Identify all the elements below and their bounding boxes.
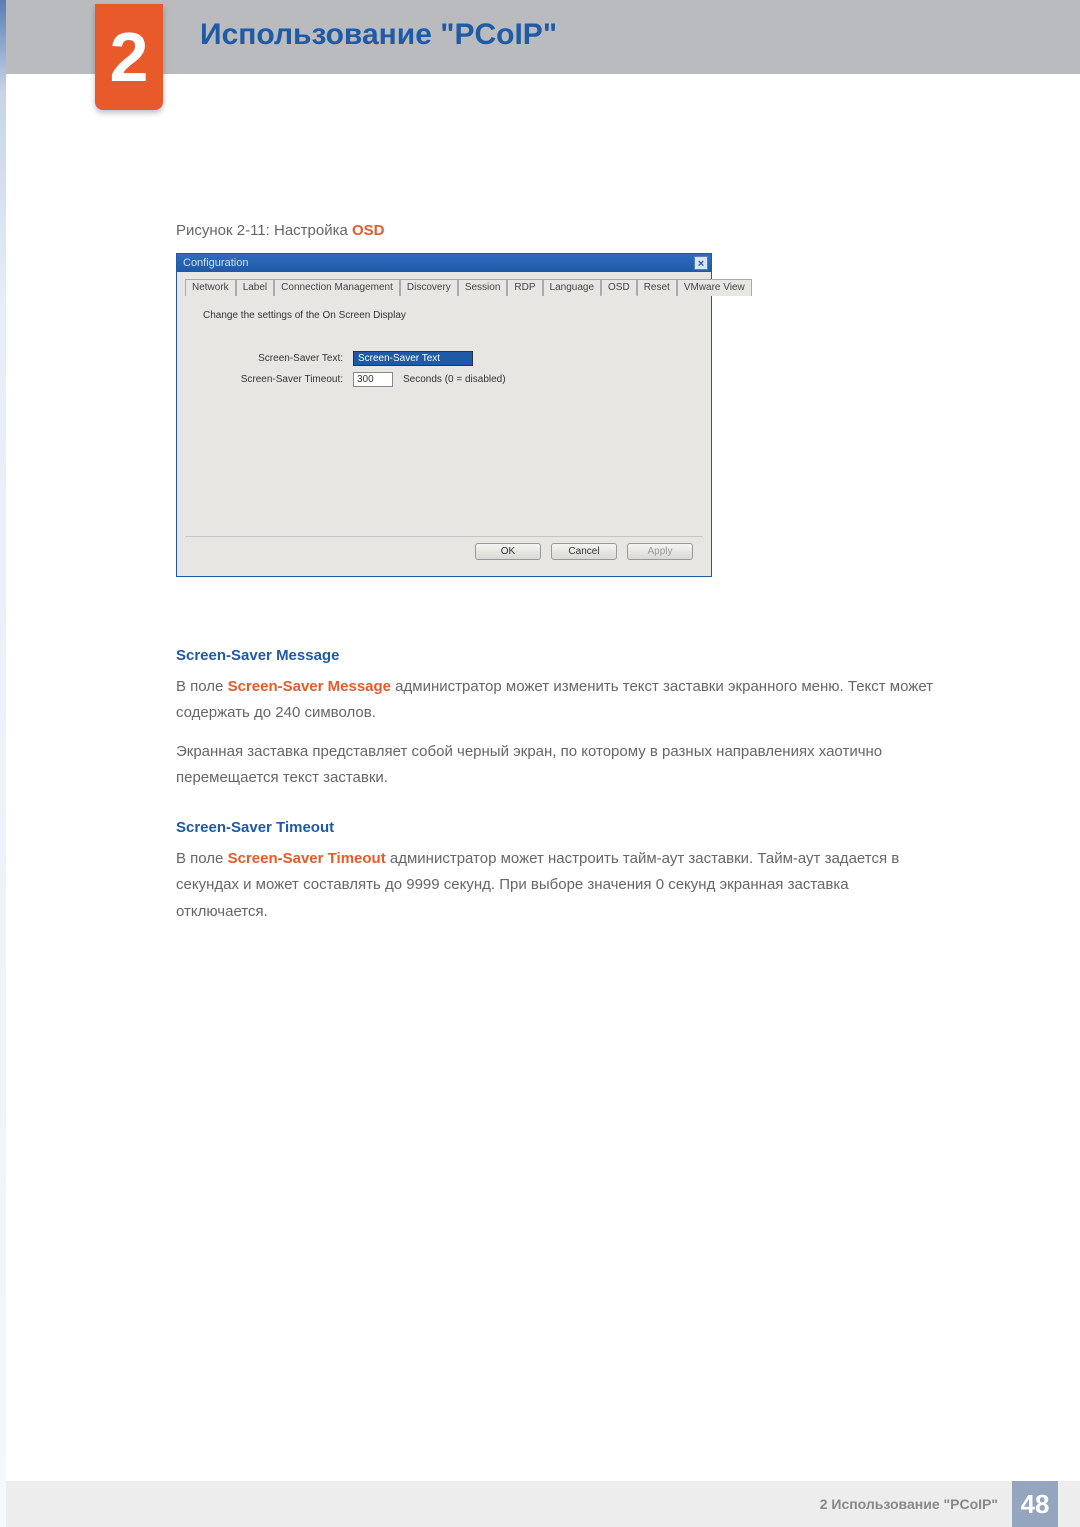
dialog-title: Configuration [183,257,248,269]
ok-button[interactable]: OK [475,543,541,560]
para-text: В поле [176,678,228,695]
tabset: Network Label Connection Management Disc… [185,278,703,296]
inline-bold: Screen-Saver Timeout [228,850,386,867]
screen-saver-timeout-label: Screen-Saver Timeout: [203,374,353,385]
tab-label[interactable]: Label [236,279,274,296]
tab-osd[interactable]: OSD [601,279,637,296]
page-title: Использование "PCoIP" [200,18,557,52]
page-footer: 2 Использование "PCoIP" 48 [6,1481,1080,1527]
tab-description: Change the settings of the On Screen Dis… [203,310,685,321]
tab-rdp[interactable]: RDP [507,279,542,296]
screen-saver-timeout-input[interactable]: 300 [353,372,393,387]
section-head-message: Screen-Saver Message [176,647,936,664]
figure-caption: Рисунок 2-11: Настройка OSD [176,222,936,239]
screen-saver-text-label: Screen-Saver Text: [203,353,353,364]
para-text: В поле [176,850,228,867]
timeout-hint: Seconds (0 = disabled) [403,374,506,385]
page-number: 48 [1012,1481,1058,1527]
apply-button[interactable]: Apply [627,543,693,560]
screen-saver-text-input[interactable]: Screen-Saver Text [353,351,473,366]
figure-caption-text: Рисунок 2-11: Настройка [176,222,352,239]
left-accent-stripe [0,0,6,1527]
footer-text: 2 Использование "PCoIP" [820,1496,998,1512]
section-head-timeout: Screen-Saver Timeout [176,819,936,836]
tab-discovery[interactable]: Discovery [400,279,458,296]
tab-network[interactable]: Network [185,279,236,296]
chapter-badge: 2 [95,4,163,110]
tab-vmware-view[interactable]: VMware View [677,279,752,296]
inline-bold: Screen-Saver Message [228,678,391,695]
form-row-timeout: Screen-Saver Timeout: 300 Seconds (0 = d… [203,372,685,387]
tab-connection-management[interactable]: Connection Management [274,279,400,296]
tab-language[interactable]: Language [543,279,602,296]
tab-reset[interactable]: Reset [637,279,677,296]
form-row-text: Screen-Saver Text: Screen-Saver Text [203,351,685,366]
close-icon[interactable]: × [694,256,708,270]
dialog-footer: OK Cancel Apply [185,536,703,568]
paragraph: В поле Screen-Saver Message администрато… [176,674,936,727]
cancel-button[interactable]: Cancel [551,543,617,560]
paragraph: Экранная заставка представляет собой чер… [176,739,936,792]
dialog-titlebar: Configuration × [177,254,711,272]
tab-session[interactable]: Session [458,279,508,296]
paragraph: В поле Screen-Saver Timeout администрато… [176,846,936,925]
figure-caption-bold: OSD [352,222,385,239]
configuration-dialog: Configuration × Network Label Connection… [176,253,712,577]
